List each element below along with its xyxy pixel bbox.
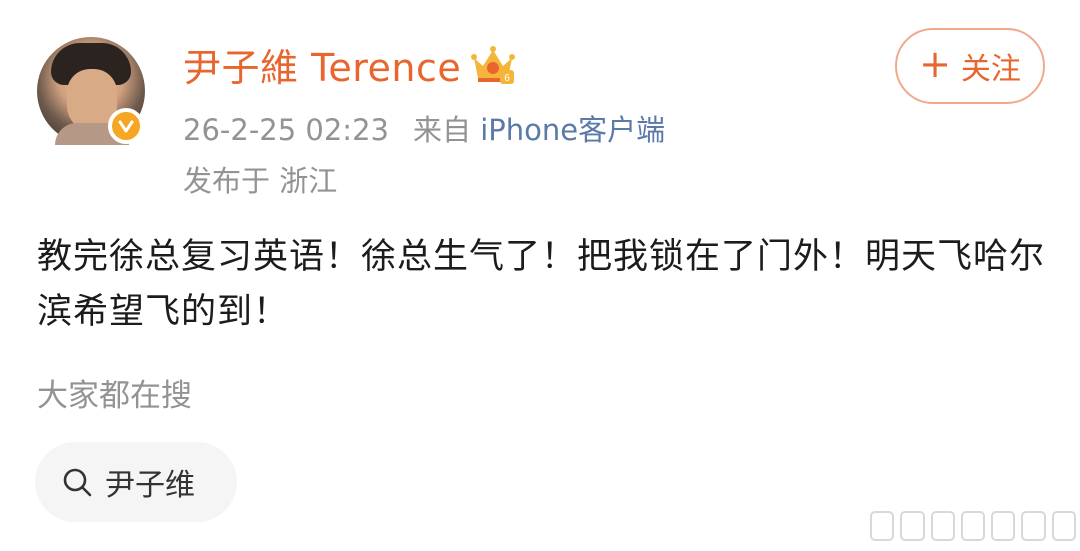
follow-label: 关注 xyxy=(960,52,1021,87)
trending-search-hint: 大家都在搜 xyxy=(37,378,192,414)
search-icon xyxy=(63,468,92,497)
crown-vip-icon[interactable]: 6 xyxy=(470,44,516,86)
author-name[interactable]: 尹子維 Terence xyxy=(183,44,461,92)
search-tag-label: 尹子维 xyxy=(105,468,195,503)
plus-icon: + xyxy=(919,42,951,86)
post-content: 教完徐总复习英语！徐总生气了！把我锁在了门外！明天飞哈尔滨希望飞的到！ xyxy=(37,237,1046,332)
watermark xyxy=(870,510,1076,542)
source-client-link[interactable]: iPhone客户端 xyxy=(480,113,665,147)
verified-badge-icon xyxy=(108,108,144,144)
post-timestamp: 26-2-25 02:23 xyxy=(183,113,389,147)
source-prefix: 来自 xyxy=(412,113,471,147)
search-tag[interactable]: 尹子维 xyxy=(35,442,237,522)
follow-button[interactable]: + 关注 xyxy=(895,28,1045,104)
post-meta: 26-2-25 02:23 来自 iPhone客户端 xyxy=(183,110,665,150)
svg-text:6: 6 xyxy=(504,73,510,84)
post-location: 发布于 浙江 xyxy=(183,164,338,198)
